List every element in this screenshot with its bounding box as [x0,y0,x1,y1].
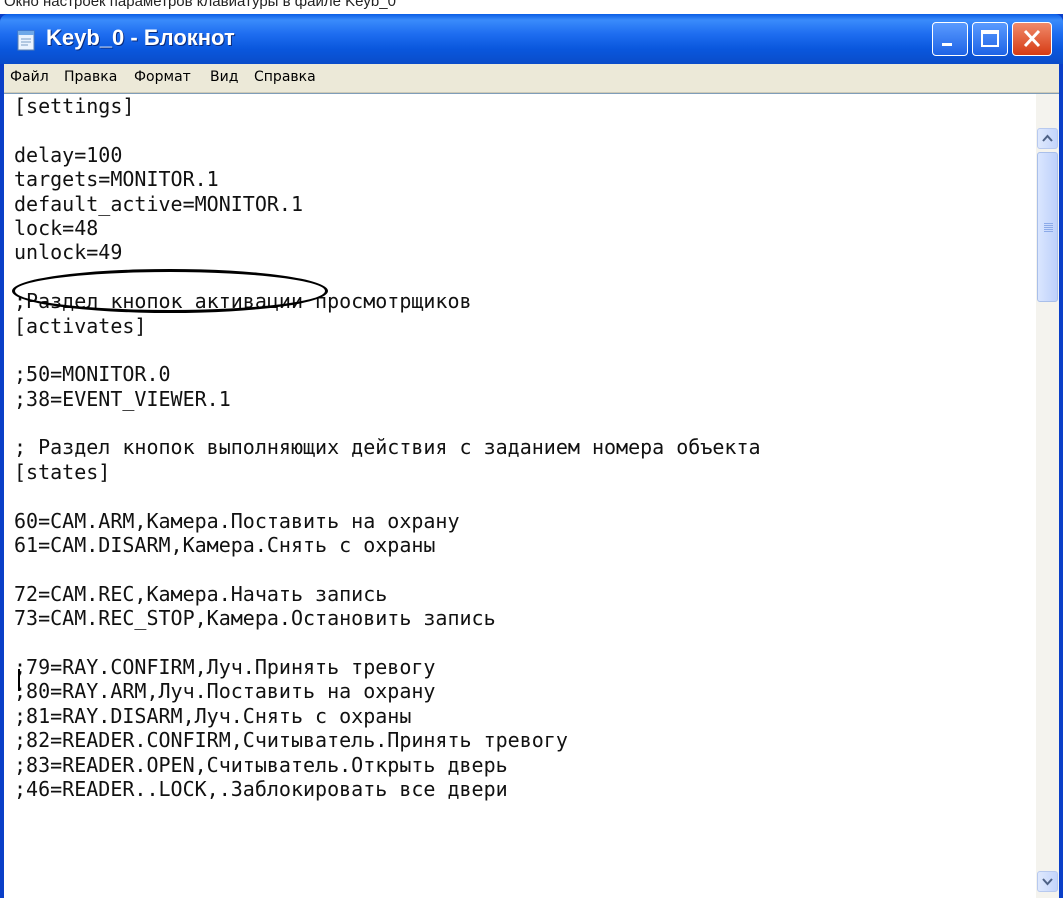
text-line: 72=CAM.REC,Камера.Начать запись [14,581,388,606]
scroll-up-button[interactable] [1037,128,1058,149]
text-line [14,631,1024,655]
text-line: ;46=READER..LOCK,.Заблокировать все двер… [14,776,508,801]
text-line: ;83=READER.OPEN,Считыватель.Открыть двер… [14,752,508,777]
text-line: ;81=RAY.DISARM,Луч.Снять с охраны [14,703,412,728]
minimize-icon [942,43,952,46]
text-line: ;79=RAY.CONFIRM,Луч.Принять тревогу [14,654,436,679]
text-line: default_active=MONITOR.1 [14,191,303,216]
top-caption-strip: Окно настроек параметров клавиатуры в фа… [0,0,1063,14]
menu-edit[interactable]: Правка [64,69,117,85]
text-line: [activates] [14,313,147,338]
text-line: 61=CAM.DISARM,Камера.Снять с охраны [14,533,436,558]
minimize-button[interactable] [932,22,968,56]
text-line: ;80=RAY.ARM,Луч.Поставить на охрану [14,679,436,704]
close-button[interactable] [1012,22,1052,56]
close-icon [1023,29,1041,48]
menu-file[interactable]: Файл [10,69,49,85]
text-line: ; Раздел кнопок выполняющих действия с з… [14,435,761,460]
menu-help[interactable]: Справка [254,69,316,85]
menu-view[interactable]: Вид [210,69,238,85]
text-line: ;Раздел кнопок активации просмотрщиков [14,289,472,314]
text-line [14,411,1024,435]
text-line [14,265,1024,289]
text-editor[interactable]: [settings] delay=100 targets=MONITOR.1 d… [4,93,1059,898]
notepad-window: Keyb_0 - Блокнот Файл Правка Формат Вид … [0,14,1063,898]
scroll-down-button[interactable] [1037,871,1058,892]
maximize-icon [981,30,999,47]
notepad-icon [17,30,35,51]
menu-bar: Файл Правка Формат Вид Справка [4,64,1059,93]
text-line: delay=100 [14,142,123,167]
text-line: [states] [14,459,111,484]
maximize-button[interactable] [972,22,1008,56]
grip-icon [1044,223,1053,232]
text-line [14,557,1024,581]
text-line: [settings] [14,94,135,118]
text-line [14,338,1024,362]
window-title: Keyb_0 - Блокнот [46,25,235,50]
chevron-up-icon [1042,134,1053,142]
text-line: 73=CAM.REC_STOP,Камера.Остановить запись [14,606,496,631]
text-line: lock=48 [14,215,99,240]
scroll-thumb[interactable] [1037,152,1058,302]
title-bar[interactable]: Keyb_0 - Блокнот [0,14,1063,64]
top-caption-text: Окно настроек параметров клавиатуры в фа… [4,0,396,10]
text-line: ;82=READER.CONFIRM,Считыватель.Принять т… [14,728,568,753]
text-line [14,118,1024,142]
text-line: unlock=49 [14,240,123,265]
text-line: ;38=EVENT_VIEWER.1 [14,386,231,411]
text-line [14,484,1024,508]
text-line: 60=CAM.ARM,Камера.Поставить на охрану [14,508,460,533]
chevron-down-icon [1042,878,1053,886]
text-content[interactable]: [settings] delay=100 targets=MONITOR.1 d… [14,94,1024,898]
text-line: ;50=MONITOR.0 [14,362,171,387]
vertical-scrollbar[interactable] [1036,94,1059,898]
menu-format[interactable]: Формат [134,69,191,85]
text-caret [18,669,20,691]
text-line-highlighted: targets=MONITOR.1 [14,167,219,192]
